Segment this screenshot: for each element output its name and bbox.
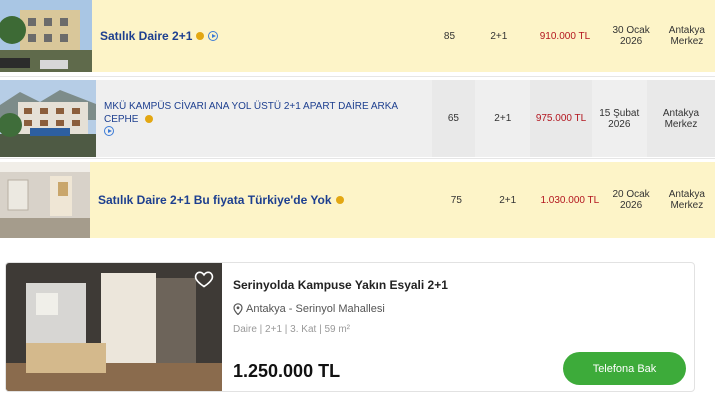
video-icon[interactable] bbox=[104, 126, 114, 137]
listing-rooms: 2+1 bbox=[490, 30, 508, 42]
listing-size: 75 bbox=[450, 194, 462, 206]
listing-location-area: Merkez bbox=[670, 200, 704, 211]
listing-title-cell[interactable]: Satılık Daire 2+1 Bu fiyata Türkiye'de Y… bbox=[90, 162, 434, 238]
listing-location-area: Merkez bbox=[664, 118, 698, 130]
listing-date-day: 30 Ocak bbox=[612, 25, 650, 36]
video-icon[interactable] bbox=[208, 31, 219, 41]
favorite-heart-icon[interactable] bbox=[194, 269, 214, 289]
listing-card-image[interactable] bbox=[6, 263, 222, 391]
listing-location: Antakya Merkez bbox=[659, 162, 715, 238]
listing-title[interactable]: Satılık Daire 2+1 Bu fiyata Türkiye'de Y… bbox=[98, 193, 332, 207]
listing-location-city: Antakya bbox=[668, 25, 705, 36]
card-details: Daire | 2+1 | 3. Kat | 59 m² bbox=[233, 324, 351, 335]
listing-row[interactable]: Satılık Daire 2+1 Bu fiyata Türkiye'de Y… bbox=[0, 162, 715, 238]
listing-date: 20 Ocak 2026 bbox=[603, 162, 658, 238]
card-title[interactable]: Serinyolda Kampuse Yakın Esyali 2+1 bbox=[233, 278, 448, 292]
listing-thumbnail[interactable] bbox=[0, 80, 96, 157]
listing-location: Antakya Merkez bbox=[646, 80, 715, 157]
listing-thumbnail[interactable] bbox=[0, 162, 90, 238]
listing-date-year: 2026 bbox=[619, 200, 643, 211]
listing-title-cell[interactable]: MKÜ KAMPÜS CİVARI ANA YOL ÜSTÜ 2+1 APART… bbox=[96, 80, 432, 157]
listing-date-year: 2026 bbox=[608, 118, 631, 130]
sun-icon bbox=[335, 196, 344, 204]
listing-location-city: Antakya bbox=[662, 107, 700, 119]
location-pin-icon bbox=[233, 303, 243, 315]
listing-date-day: 15 Şubat bbox=[599, 107, 640, 119]
listing-location-area: Merkez bbox=[670, 36, 704, 47]
listing-location-city: Antakya bbox=[668, 189, 705, 200]
listing-thumbnail[interactable] bbox=[0, 0, 92, 72]
listing-date-day: 20 Ocak bbox=[612, 189, 650, 200]
row-divider bbox=[0, 76, 715, 77]
listing-rooms: 2+1 bbox=[494, 113, 512, 124]
listing-price: 910.000 TL bbox=[539, 30, 591, 42]
listing-date-year: 2026 bbox=[619, 36, 643, 47]
card-price: 1.250.000 TL bbox=[233, 361, 341, 381]
listing-title-cell[interactable]: Satılık Daire 2+1 bbox=[92, 0, 428, 72]
listing-size: 65 bbox=[431, 80, 476, 157]
card-location-text: Antakya - Serinyol Mahallesi bbox=[246, 303, 385, 315]
listing-date: 15 Şubat 2026 bbox=[592, 80, 647, 157]
listing-row[interactable]: MKÜ KAMPÜS CİVARI ANA YOL ÜSTÜ 2+1 APART… bbox=[0, 80, 715, 157]
listing-size: 85 bbox=[443, 30, 456, 42]
listing-card[interactable]: Serinyolda Kampuse Yakın Esyali 2+1 Anta… bbox=[5, 262, 695, 392]
listing-row[interactable]: Satılık Daire 2+1 85 2+1 910.000 TL 30 O… bbox=[0, 0, 715, 72]
listing-date: 30 Ocak 2026 bbox=[603, 0, 658, 72]
listing-location: Antakya Merkez bbox=[659, 0, 715, 72]
listing-price: 1.030.000 TL bbox=[540, 194, 600, 206]
sun-icon bbox=[196, 32, 205, 40]
listing-title[interactable]: Satılık Daire 2+1 bbox=[100, 29, 192, 43]
row-divider bbox=[0, 158, 715, 159]
call-button[interactable]: Telefona Bak bbox=[563, 352, 686, 385]
listing-rooms: 2+1 bbox=[499, 194, 517, 206]
sun-icon bbox=[145, 115, 154, 124]
listing-price: 975.000 TL bbox=[530, 80, 592, 157]
card-location: Antakya - Serinyol Mahallesi bbox=[233, 303, 385, 315]
